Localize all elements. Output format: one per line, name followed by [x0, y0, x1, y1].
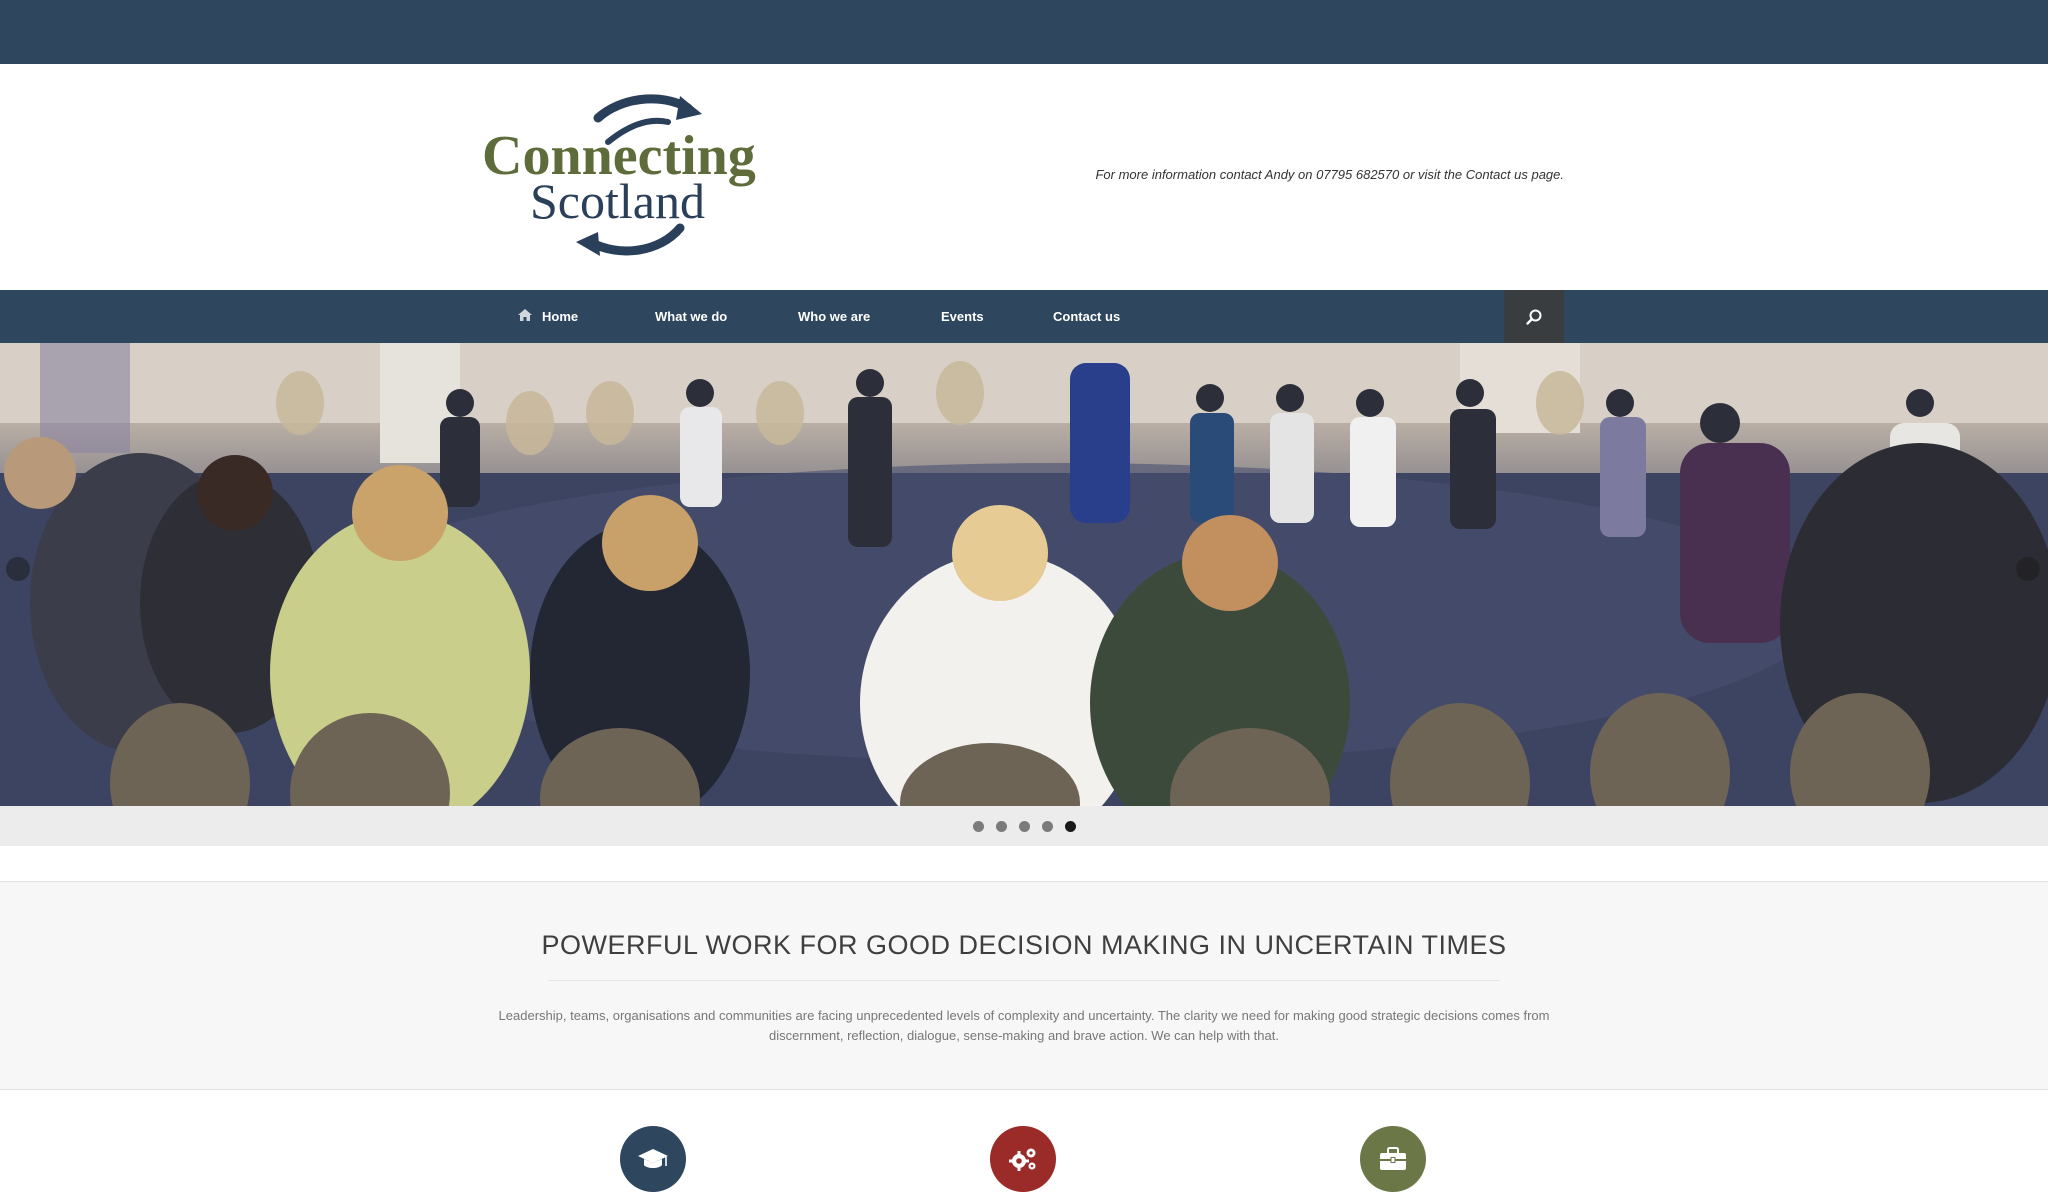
svg-text:Scotland: Scotland: [530, 173, 705, 229]
search-button[interactable]: [1504, 290, 1564, 343]
slider-dot-3[interactable]: [1018, 820, 1030, 832]
top-bar: [0, 0, 2048, 64]
intro-divider: [548, 980, 1500, 981]
nav-item-who-we-are[interactable]: Who we are: [798, 290, 870, 343]
main-nav: Home What we do Who we are Events Contac…: [0, 290, 2048, 343]
slider-prev-arrow[interactable]: [6, 557, 30, 581]
connecting-scotland-logo: Connecting Scotland: [482, 94, 756, 256]
slider-pagination: [0, 806, 2048, 846]
features-section: [0, 1090, 2048, 1200]
search-icon: [1526, 309, 1542, 325]
feature-circle-2[interactable]: [990, 1126, 1056, 1192]
section-divider: [0, 846, 2048, 882]
briefcase-icon: [1380, 1147, 1406, 1170]
slider-dot-2[interactable]: [995, 820, 1007, 832]
slider-dot-4[interactable]: [1041, 820, 1053, 832]
nav-item-home[interactable]: Home: [518, 290, 578, 343]
intro-text: Leadership, teams, organisations and com…: [498, 1008, 1550, 1043]
feature-circle-1[interactable]: [620, 1126, 686, 1192]
slider-next-arrow[interactable]: [2016, 557, 2040, 581]
hero-slider: [0, 343, 2048, 806]
nav-item-contact-us[interactable]: Contact us: [1053, 290, 1120, 343]
home-icon: [518, 290, 532, 343]
intro-section: POWERFUL WORK FOR GOOD DECISION MAKING I…: [0, 882, 2048, 1090]
header-contact-text: For more information contact Andy on 077…: [1095, 167, 1564, 182]
slider-dot-1[interactable]: [972, 820, 984, 832]
site-logo[interactable]: Connecting Scotland: [480, 90, 790, 260]
hero-image: [0, 343, 2048, 806]
feature-circle-3[interactable]: [1360, 1126, 1426, 1192]
nav-item-what-we-do[interactable]: What we do: [655, 290, 727, 343]
nav-item-events[interactable]: Events: [941, 290, 984, 343]
site-header: Connecting Scotland For more information…: [0, 64, 2048, 290]
graduation-cap-icon: [638, 1149, 668, 1168]
nav-item-home-label: Home: [542, 309, 579, 324]
gears-icon: [1009, 1148, 1036, 1171]
slider-dot-5[interactable]: [1064, 820, 1076, 832]
intro-title: POWERFUL WORK FOR GOOD DECISION MAKING I…: [541, 930, 1507, 960]
